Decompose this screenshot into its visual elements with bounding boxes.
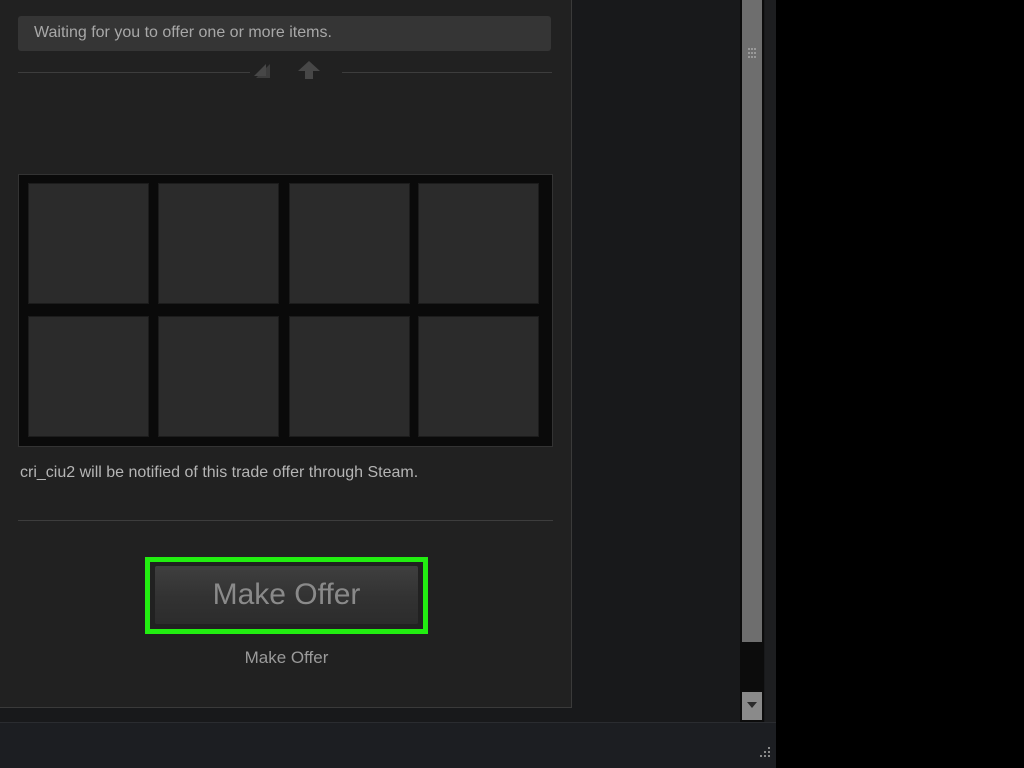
divider — [18, 520, 553, 521]
item-slot[interactable] — [28, 183, 149, 304]
item-slot[interactable] — [418, 316, 539, 437]
trade-notification-text: cri_ciu2 will be notified of this trade … — [20, 464, 419, 481]
their-items-grid — [18, 174, 553, 447]
window-footer — [0, 722, 776, 768]
resize-grip-icon[interactable] — [758, 745, 772, 759]
item-slot[interactable] — [289, 183, 410, 304]
chevron-down-icon — [747, 702, 757, 708]
make-offer-caption: Make Offer — [244, 648, 329, 667]
divider — [18, 72, 250, 73]
item-slot[interactable] — [28, 316, 149, 437]
trade-offer-panel: Waiting for you to offer one or more ite… — [0, 0, 572, 708]
steam-window: Waiting for you to offer one or more ite… — [0, 0, 776, 768]
scrollbar-thumb[interactable] — [742, 0, 762, 642]
item-slot[interactable] — [418, 183, 539, 304]
grip-icon — [748, 48, 756, 58]
screen: Waiting for you to offer one or more ite… — [0, 0, 1024, 768]
item-slot[interactable] — [158, 316, 279, 437]
make-offer-button[interactable]: Make Offer — [155, 566, 418, 624]
divider — [342, 72, 552, 73]
swap-arrows-icon[interactable] — [252, 60, 274, 80]
item-slot[interactable] — [289, 316, 410, 437]
up-arrow-icon[interactable] — [297, 60, 321, 80]
scroll-down-button[interactable] — [742, 692, 762, 720]
item-slot[interactable] — [158, 183, 279, 304]
vertical-scrollbar[interactable] — [740, 0, 764, 722]
window-border — [765, 0, 776, 768]
trade-status-message: Waiting for you to offer one or more ite… — [18, 16, 551, 51]
